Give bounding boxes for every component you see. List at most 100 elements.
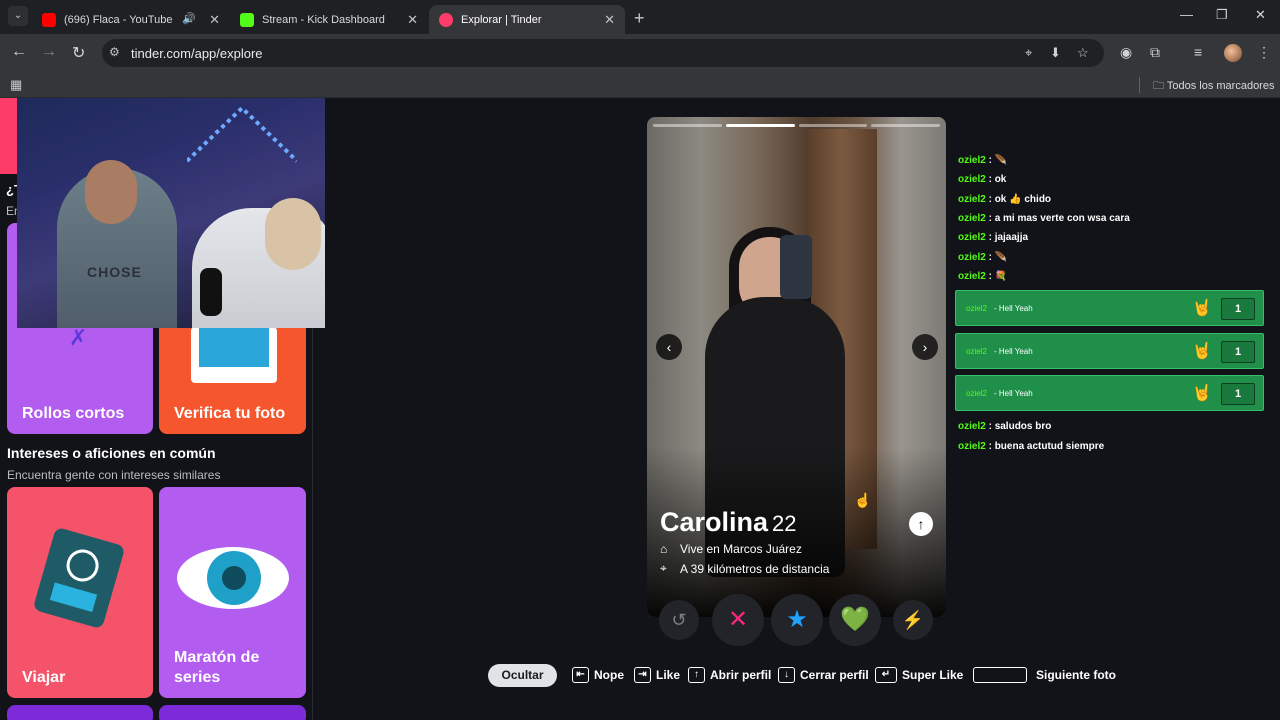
- section-title: Intereses o aficiones en común: [7, 445, 216, 461]
- chat-message: oziel2 : jajaajja: [958, 232, 1028, 243]
- address-bar[interactable]: ⚙ tinder.com/app/explore ⌖ ⬇ ☆: [102, 39, 1104, 67]
- speaker-icon[interactable]: 🔊: [182, 12, 196, 25]
- chat-message: oziel2 : ok 👍 chido: [958, 194, 1051, 205]
- chat-username[interactable]: oziel2: [958, 174, 986, 185]
- location-pin-icon: ⌖: [660, 561, 667, 575]
- rewind-icon[interactable]: ↺: [659, 600, 699, 640]
- incognito-extension-icon[interactable]: ◉: [1120, 44, 1132, 61]
- close-tab-icon[interactable]: ✕: [604, 12, 615, 28]
- shortcut-super-like: ↵ Super Like: [875, 667, 963, 683]
- nope-x-icon[interactable]: ✕: [712, 594, 764, 646]
- tab-tinder[interactable]: Explorar | Tinder ✕: [429, 5, 625, 34]
- card-label: Maratón de series: [174, 649, 260, 686]
- reaction-count[interactable]: 1: [1221, 298, 1255, 320]
- tinder-explore-page: ¿T En ✗ Rollos cortos Verifica tu foto I…: [0, 98, 1280, 720]
- apps-grid-icon[interactable]: ▦: [10, 77, 22, 93]
- prev-photo-chevron-icon[interactable]: ‹: [656, 334, 682, 360]
- chat-separator: :: [985, 155, 995, 166]
- chat-username[interactable]: oziel2: [958, 194, 986, 205]
- bookmark-star-icon[interactable]: ☆: [1077, 45, 1089, 61]
- card-more[interactable]: [159, 705, 306, 720]
- maximize-icon[interactable]: ❐: [1216, 7, 1228, 23]
- forward-arrow-icon[interactable]: →: [41, 43, 57, 61]
- close-tab-icon[interactable]: ✕: [209, 12, 220, 28]
- chat-text: 🪶: [994, 155, 1008, 166]
- chat-separator: :: [985, 212, 995, 224]
- chat-username[interactable]: oziel2: [958, 441, 986, 452]
- profile-card[interactable]: ‹ › Carolina 22 ↑ ⌂ Vive en Marcos Juárez…: [647, 117, 946, 617]
- reaction-count[interactable]: 1: [1221, 383, 1255, 405]
- tab-kick[interactable]: Stream - Kick Dashboard ✕: [230, 5, 428, 34]
- extensions-puzzle-icon[interactable]: ⧉: [1150, 44, 1160, 61]
- more-menu-icon[interactable]: ⋮: [1257, 44, 1271, 61]
- site-info-icon[interactable]: ⚙: [109, 45, 120, 59]
- open-profile-arrow-icon[interactable]: ↑: [909, 512, 933, 536]
- enter-key-icon: ↵: [875, 667, 897, 683]
- reload-icon[interactable]: ↻: [72, 43, 85, 63]
- card-more[interactable]: [7, 705, 153, 720]
- profile-avatar[interactable]: [1224, 44, 1242, 62]
- shortcut-open-profile: ↑ Abrir perfil: [688, 667, 771, 683]
- rock-hand-icon: 🤘: [1192, 342, 1212, 360]
- photo-progress-segment[interactable]: [871, 124, 940, 127]
- chat-alert-user: oziel2: [966, 304, 987, 313]
- chat-separator: :: [985, 440, 995, 452]
- chat-alert-user: oziel2: [966, 389, 987, 398]
- chat-alert: oziel2 - Hell Yeah 🤘 1: [955, 375, 1264, 411]
- hide-shortcuts-button[interactable]: Ocultar: [488, 664, 557, 687]
- profile-lives-text: Vive en Marcos Juárez: [680, 542, 802, 556]
- chat-message: oziel2 : 🪶: [958, 155, 1007, 166]
- chat-separator: :: [985, 270, 995, 282]
- url-text: tinder.com/app/explore: [131, 46, 263, 61]
- new-tab-icon[interactable]: +: [634, 8, 645, 29]
- bookmarks-folder[interactable]: 🗀 Todos los marcadores: [1153, 77, 1274, 96]
- chat-message: oziel2 : buena actutud siempre: [958, 441, 1104, 452]
- chat-username[interactable]: oziel2: [958, 421, 986, 432]
- webcam-overlay: CHOSE: [17, 98, 325, 328]
- photo-progress-segment[interactable]: [798, 124, 868, 127]
- back-arrow-icon[interactable]: ←: [11, 43, 27, 61]
- card-peek[interactable]: [0, 98, 18, 174]
- photo-progress-segment[interactable]: [725, 124, 795, 127]
- card-label: Verifica tu foto: [174, 405, 286, 422]
- next-photo-chevron-icon[interactable]: ›: [912, 334, 938, 360]
- shortcut-label: Abrir perfil: [710, 668, 772, 682]
- space-key-icon: [973, 667, 1027, 683]
- location-pin-icon[interactable]: ⌖: [1025, 45, 1032, 61]
- chat-username[interactable]: oziel2: [958, 213, 986, 224]
- close-tab-icon[interactable]: ✕: [407, 12, 418, 28]
- shortcut-like: ⇥ Like: [634, 667, 680, 683]
- card-viajar[interactable]: Viajar: [7, 487, 153, 698]
- chat-bubble-icon: ✗: [69, 325, 88, 350]
- minimize-icon[interactable]: —: [1180, 7, 1193, 22]
- rock-hand-icon: 🤘: [1192, 300, 1212, 317]
- chat-separator: :: [985, 232, 995, 244]
- chat-text: 💐: [994, 270, 1008, 282]
- chat-alert-text: - Hell Yeah: [994, 346, 1033, 356]
- chat-alert-text: - Hell Yeah: [994, 389, 1033, 398]
- tab-search-button[interactable]: ⌄: [8, 6, 28, 26]
- chat-message: oziel2 : 💐: [958, 271, 1007, 282]
- chat-username[interactable]: oziel2: [958, 232, 986, 243]
- chat-text: jajaajja: [994, 232, 1029, 244]
- tab-youtube[interactable]: (696) Flaca - YouTube 🔊 ✕: [32, 5, 230, 34]
- browser-toolbar: ← → ↻ ⚙ tinder.com/app/explore ⌖ ⬇ ☆ ◉ ⧉…: [0, 34, 1280, 72]
- chat-username[interactable]: oziel2: [958, 155, 986, 166]
- shortcut-label: Nope: [594, 668, 624, 682]
- card-maraton-de-series[interactable]: Maratón de series: [159, 487, 306, 698]
- chat-text: ok 👍 chido: [994, 193, 1052, 205]
- right-key-icon: ⇥: [634, 667, 651, 683]
- chat-username[interactable]: oziel2: [958, 271, 986, 282]
- close-window-icon[interactable]: ✕: [1255, 7, 1266, 23]
- photo-progress-segment[interactable]: [653, 124, 722, 127]
- media-control-icon[interactable]: ≡: [1194, 44, 1202, 60]
- boost-bolt-icon[interactable]: ⚡: [893, 600, 933, 640]
- chat-username[interactable]: oziel2: [958, 252, 986, 263]
- reaction-count[interactable]: 1: [1221, 340, 1255, 363]
- super-like-star-icon[interactable]: ★: [771, 594, 823, 646]
- install-app-icon[interactable]: ⬇: [1050, 45, 1061, 61]
- like-heart-icon[interactable]: 💚: [829, 594, 881, 646]
- folder-icon: 🗀: [1153, 80, 1164, 92]
- keyboard-shortcuts-bar: Ocultar ⇤ Nope ⇥ Like ↑ Abrir perfil ↓ Cerra…: [488, 664, 1128, 688]
- led-triangle-decoration: [187, 106, 297, 163]
